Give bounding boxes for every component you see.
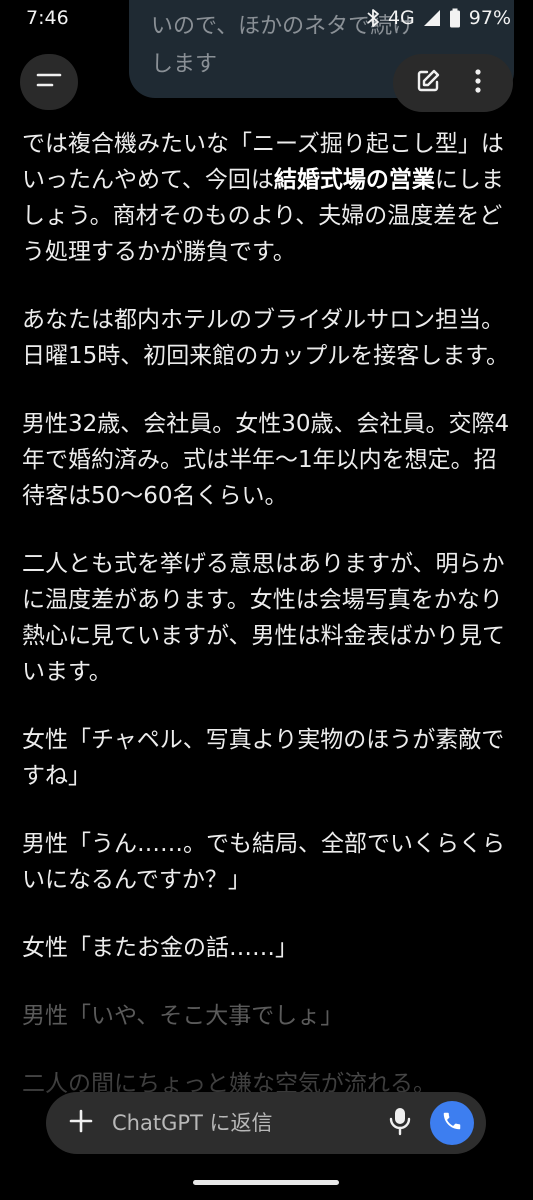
message-text: 男性「うん……。でも結局、全部でいくらくらいになるんですか？」 bbox=[22, 831, 505, 893]
message-paragraph: 男性32歳、会社員。女性30歳、会社員。交際4年で婚約済み。式は半年〜1年以内を… bbox=[22, 406, 517, 514]
message-text: 女性「またお金の話……」 bbox=[22, 935, 298, 961]
home-indicator[interactable] bbox=[193, 1180, 339, 1185]
assistant-message: では複合機みたいな「ニーズ掘り起こし型」はいったんやめて、今回は結婚式場の営業に… bbox=[22, 126, 517, 1134]
message-paragraph: あなたは都内ホテルのブライダルサロン担当。日曜15時、初回来館のカップルを接客し… bbox=[22, 302, 517, 374]
battery-icon bbox=[449, 8, 461, 28]
voice-mode-button[interactable] bbox=[430, 1101, 474, 1145]
message-paragraph: 女性「またお金の話……」 bbox=[22, 930, 517, 966]
header-actions bbox=[393, 54, 513, 112]
message-text: 男性32歳、会社員。女性30歳、会社員。交際4年で婚約済み。式は半年〜1年以内を… bbox=[22, 411, 510, 509]
message-paragraph: では複合機みたいな「ニーズ掘り起こし型」はいったんやめて、今回は結婚式場の営業に… bbox=[22, 126, 517, 270]
message-paragraph: 二人とも式を挙げる意思はありますが、明らかに温度差があります。女性は会場写真をか… bbox=[22, 546, 517, 690]
menu-button[interactable] bbox=[20, 54, 78, 110]
new-chat-button[interactable] bbox=[408, 63, 448, 103]
top-bar bbox=[0, 54, 533, 112]
composer-bar bbox=[46, 1092, 486, 1154]
status-time: 7:46 bbox=[26, 7, 69, 29]
status-bar: 7:46 4G 97% bbox=[0, 0, 533, 36]
message-text: あなたは都内ホテルのブライダルサロン担当。日曜15時、初回来館のカップルを接客し… bbox=[22, 307, 509, 369]
battery-percent: 97% bbox=[468, 7, 511, 29]
phone-icon bbox=[441, 1110, 463, 1136]
mic-icon bbox=[389, 1106, 411, 1140]
network-type: 4G bbox=[387, 7, 415, 29]
status-icons: 4G 97% bbox=[366, 7, 511, 29]
message-paragraph: 男性「うん……。でも結局、全部でいくらくらいになるんですか？」 bbox=[22, 826, 517, 898]
message-paragraph: 女性「チャペル、写真より実物のほうが素敵ですね」 bbox=[22, 722, 517, 794]
message-text: 二人とも式を挙げる意思はありますが、明らかに温度差があります。女性は会場写真をか… bbox=[22, 551, 505, 685]
edit-icon bbox=[415, 68, 441, 98]
mic-button[interactable] bbox=[380, 1103, 420, 1143]
signal-icon bbox=[423, 9, 441, 27]
message-text: 男性「いや、そこ大事でしょ」 bbox=[22, 1003, 344, 1029]
message-input[interactable] bbox=[112, 1111, 380, 1135]
plus-icon bbox=[68, 1108, 94, 1138]
menu-icon bbox=[36, 72, 62, 92]
message-paragraph: 男性「いや、そこ大事でしょ」 bbox=[22, 998, 517, 1034]
message-text-bold: 結婚式場の営業 bbox=[273, 167, 435, 193]
bluetooth-icon bbox=[366, 8, 380, 28]
more-options-button[interactable] bbox=[458, 63, 498, 103]
message-text: 女性「チャペル、写真より実物のほうが素敵ですね」 bbox=[22, 727, 505, 789]
more-vertical-icon bbox=[474, 68, 482, 98]
attach-button[interactable] bbox=[64, 1106, 98, 1140]
